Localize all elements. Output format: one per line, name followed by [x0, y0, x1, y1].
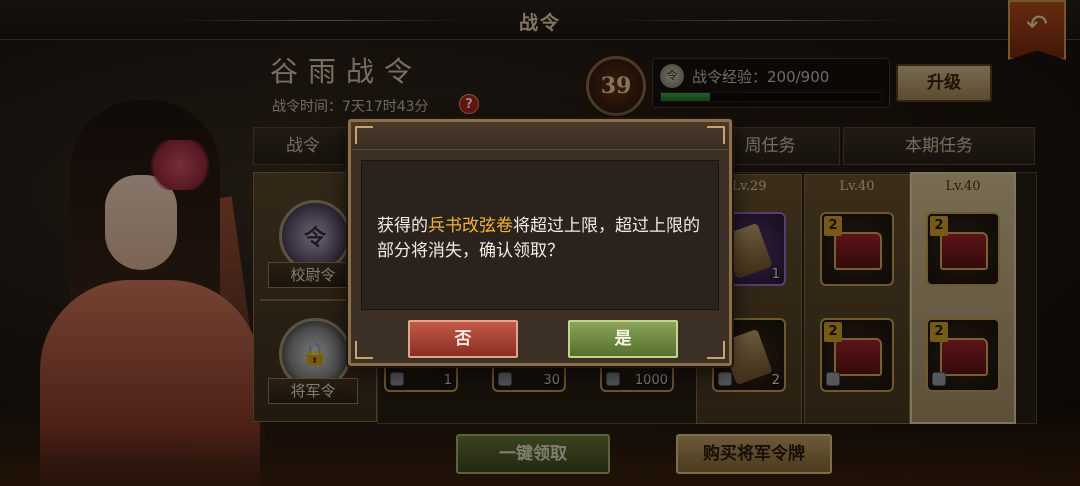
- no-button[interactable]: 否: [408, 320, 518, 358]
- dialog-message: 获得的兵书改弦卷将超过上限，超过上限的部分将消失，确认领取？: [377, 216, 700, 261]
- confirm-dialog: 获得的兵书改弦卷将超过上限，超过上限的部分将消失，确认领取？ 否 是: [348, 119, 732, 366]
- yes-button[interactable]: 是: [568, 320, 678, 358]
- highlighted-item-name: 兵书改弦卷: [428, 216, 513, 236]
